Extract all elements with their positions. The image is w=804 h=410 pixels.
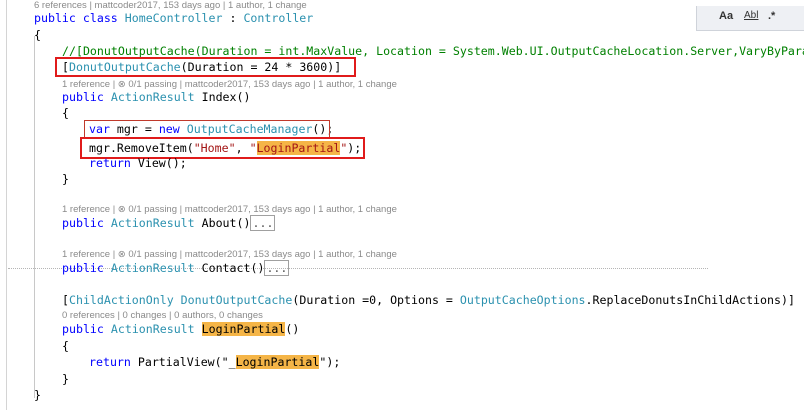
find-options-bar: Aa Abl .* bbox=[696, 6, 804, 31]
codelens-login-partial[interactable]: 0 references | 0 changes | 0 authors, 0 … bbox=[62, 310, 263, 322]
code-line-child-action-attribute: [ChildActionOnly DonutOutputCache(Durati… bbox=[62, 293, 795, 307]
code-line-index-open-brace: { bbox=[62, 106, 69, 120]
highlight-box-var-mgr bbox=[84, 120, 330, 138]
code-line-index-signature: public ActionResult Index() bbox=[62, 90, 251, 104]
collapsed-region-about[interactable]: ... bbox=[250, 215, 276, 231]
highlight-box-attribute bbox=[55, 57, 356, 77]
codelens-contact[interactable]: 1 reference | ⊗ 0/1 passing | mattcoder2… bbox=[62, 249, 397, 261]
code-line-class-open-brace: { bbox=[34, 28, 41, 42]
code-line-class-declaration: public class HomeController : Controller bbox=[34, 11, 314, 25]
code-line-contact: public ActionResult Contact()... bbox=[62, 260, 290, 276]
code-line-login-partial-signature: public ActionResult LoginPartial() bbox=[62, 322, 300, 336]
code-line-return-view: return View(); bbox=[89, 156, 187, 170]
code-line-login-open-brace: { bbox=[62, 339, 69, 353]
editor-gutter bbox=[6, 0, 7, 410]
code-line-index-close-brace: } bbox=[62, 172, 69, 186]
code-line-login-close-brace: } bbox=[62, 372, 69, 386]
codelens-about[interactable]: 1 reference | ⊗ 0/1 passing | mattcoder2… bbox=[62, 204, 397, 216]
collapsed-region-contact[interactable]: ... bbox=[264, 260, 290, 276]
code-line-class-close-brace: } bbox=[34, 388, 41, 402]
code-line-about: public ActionResult About()... bbox=[62, 215, 276, 231]
match-whole-word-button[interactable]: Abl bbox=[744, 10, 758, 26]
code-line-return-partial: return PartialView("_LoginPartial"); bbox=[89, 355, 341, 369]
outline-fold-line bbox=[34, 36, 35, 398]
regex-button[interactable]: .* bbox=[768, 10, 775, 26]
match-case-button[interactable]: Aa bbox=[719, 10, 733, 26]
